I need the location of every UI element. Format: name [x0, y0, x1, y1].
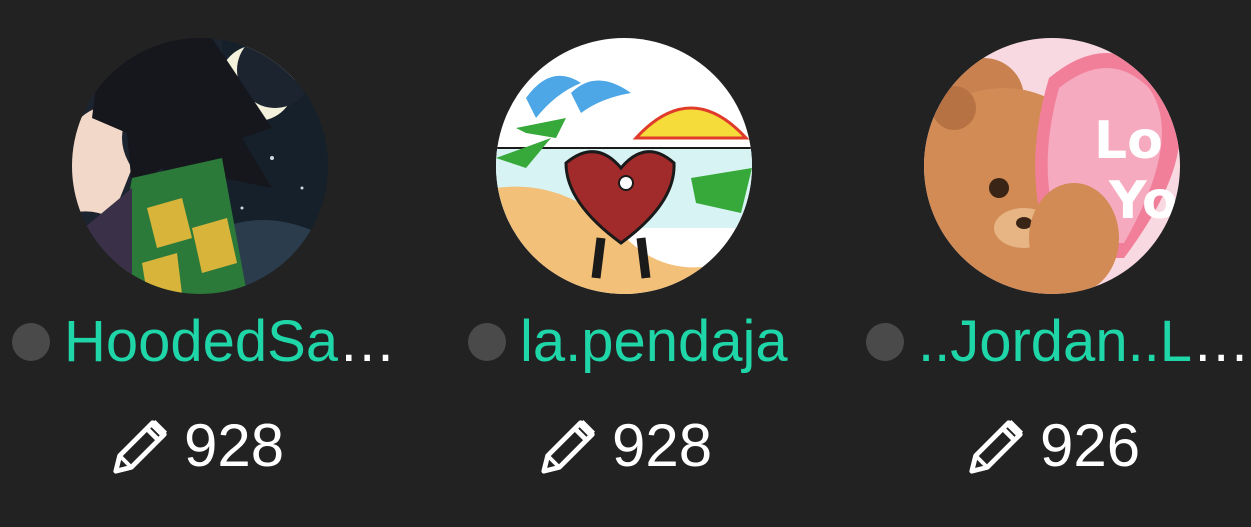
pencil-icon: [969, 420, 1023, 474]
avatar[interactable]: [72, 38, 328, 294]
teddy-bear-love-heart-avatar-image: Lo Yo: [924, 38, 1180, 294]
status-indicator: [866, 323, 904, 361]
user-card[interactable]: Lo Yo ..Jordan..L … 926: [846, 0, 1250, 527]
avatar[interactable]: [496, 38, 752, 294]
name-row[interactable]: la.pendaja: [468, 304, 788, 380]
svg-text:Lo: Lo: [1094, 111, 1163, 171]
status-indicator: [12, 323, 50, 361]
name-row[interactable]: ..Jordan..L …: [866, 304, 1250, 380]
user-card[interactable]: la.pendaja 928: [420, 0, 820, 527]
leaderboard-grid: HoodedSa … 928 la.pendaja 928 Lo Yo ..Jo…: [0, 0, 1251, 527]
anime-character-moon-avatar-image: [72, 38, 328, 294]
score-row: 926: [966, 406, 1140, 486]
svg-text:Yo: Yo: [1108, 171, 1178, 231]
name-row[interactable]: HoodedSa …: [12, 304, 396, 380]
truncation-ellipsis: …: [1192, 309, 1251, 374]
username[interactable]: HoodedSa: [64, 304, 338, 380]
score-row: 928: [110, 406, 284, 486]
heart-beach-drawing-avatar-image: [496, 38, 752, 294]
status-indicator: [468, 323, 506, 361]
username[interactable]: la.pendaja: [520, 304, 788, 380]
pencil-icon: [541, 420, 595, 474]
pencil-icon: [113, 420, 167, 474]
score-value: 928: [612, 412, 713, 479]
score-row: 928: [538, 406, 712, 486]
score-value: 928: [184, 412, 285, 479]
score-value: 926: [1040, 412, 1141, 479]
username[interactable]: ..Jordan..L: [918, 304, 1192, 380]
avatar[interactable]: Lo Yo: [924, 38, 1180, 294]
truncation-ellipsis: …: [338, 309, 397, 374]
user-card[interactable]: HoodedSa … 928: [0, 0, 400, 527]
